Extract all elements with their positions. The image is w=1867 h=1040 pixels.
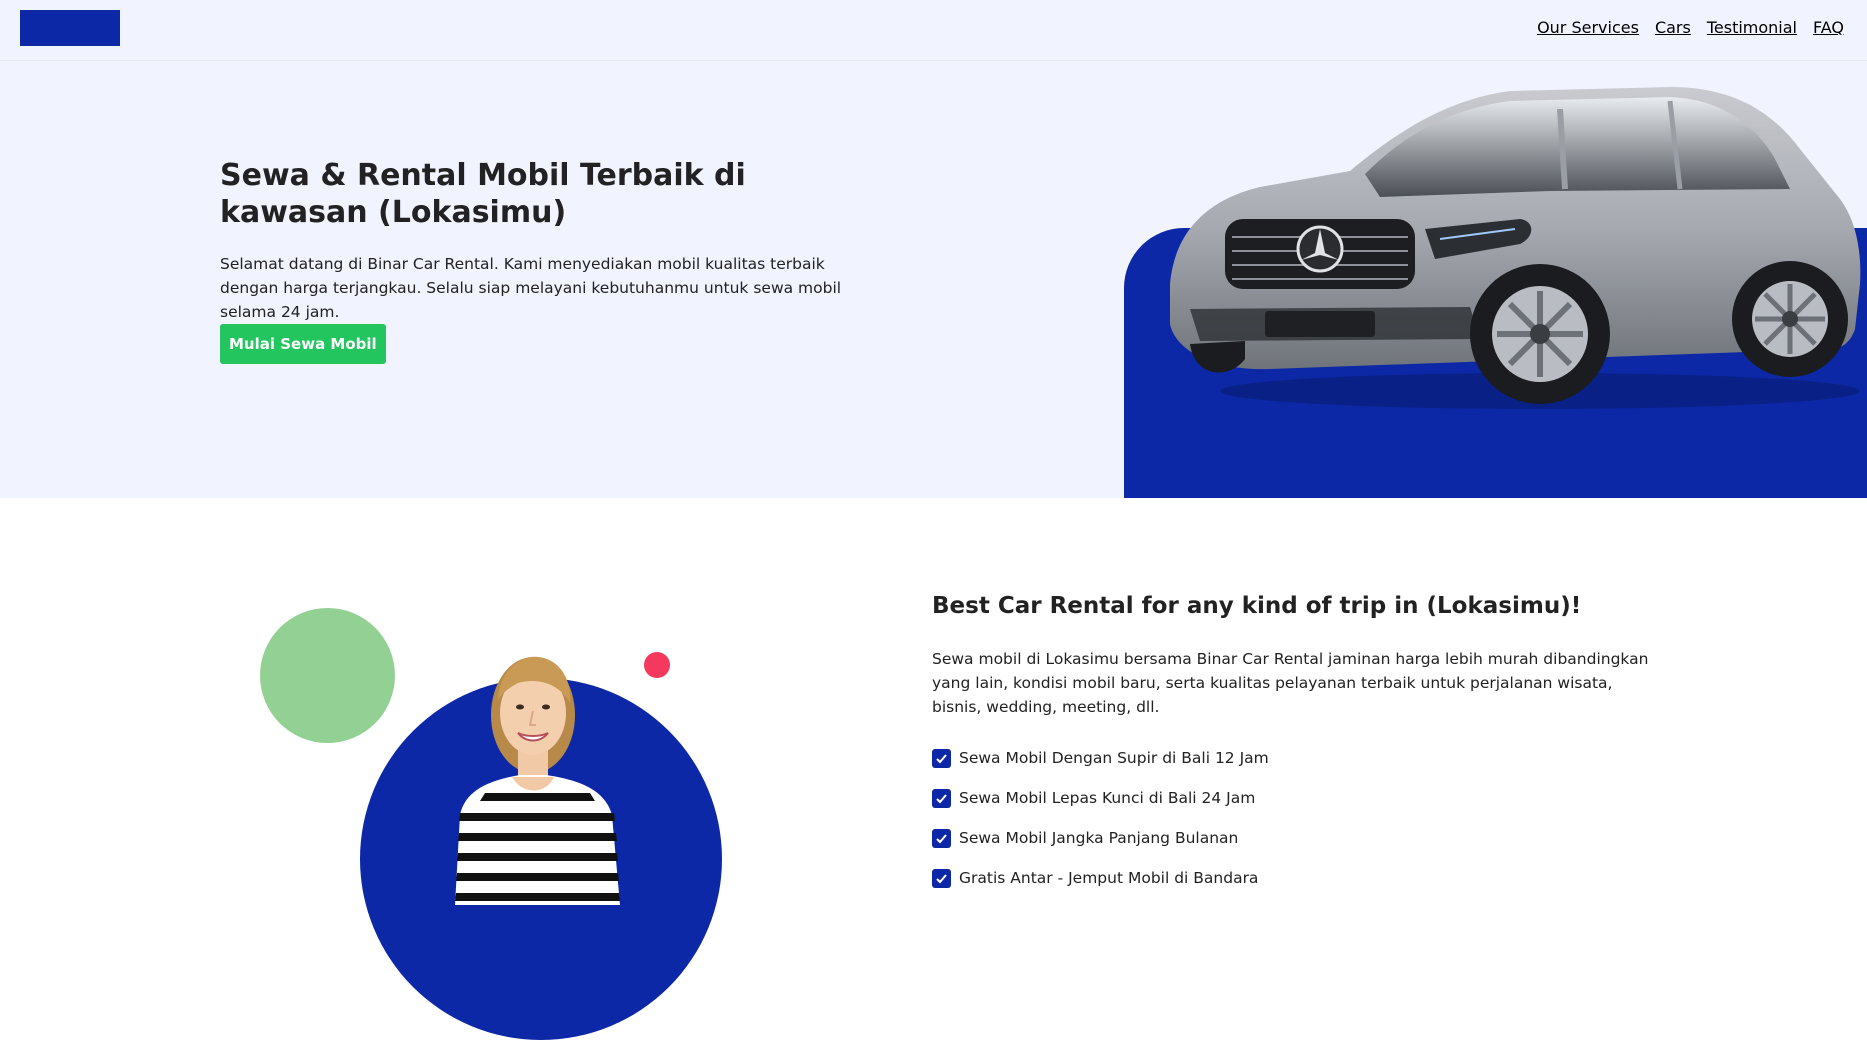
hero-section: Sewa & Rental Mobil Terbaik di kawasan (… <box>0 61 1867 498</box>
list-item: Sewa Mobil Dengan Supir di Bali 12 Jam <box>932 738 1269 778</box>
list-item: Sewa Mobil Lepas Kunci di Bali 24 Jam <box>932 778 1269 818</box>
checkbox-checked-icon <box>932 868 951 888</box>
car-image <box>1170 87 1861 409</box>
checkbox-checked-icon <box>932 748 951 768</box>
green-circle-decoration <box>260 608 395 743</box>
hero-description: Selamat datang di Binar Car Rental. Kami… <box>220 255 842 321</box>
services-checklist: Sewa Mobil Dengan Supir di Bali 12 Jam S… <box>932 738 1269 898</box>
checkbox-checked-icon <box>932 788 951 808</box>
logo[interactable] <box>20 10 120 46</box>
woman-image <box>455 656 620 905</box>
nav-link-our-services[interactable]: Our Services <box>1537 18 1639 37</box>
start-rental-button[interactable]: Mulai Sewa Mobil <box>220 324 386 364</box>
list-item-label: Sewa Mobil Dengan Supir di Bali 12 Jam <box>959 749 1269 767</box>
list-item: Sewa Mobil Jangka Panjang Bulanan <box>932 818 1269 858</box>
list-item-label: Gratis Antar - Jemput Mobil di Bandara <box>959 869 1259 887</box>
services-description: Sewa mobil di Lokasimu bersama Binar Car… <box>932 650 1649 716</box>
services-title: Best Car Rental for any kind of trip in … <box>932 593 1582 619</box>
list-item-label: Sewa Mobil Jangka Panjang Bulanan <box>959 829 1239 847</box>
nav-link-cars[interactable]: Cars <box>1655 18 1691 37</box>
hero-title: Sewa & Rental Mobil Terbaik di kawasan (… <box>220 158 746 230</box>
list-item: Gratis Antar - Jemput Mobil di Bandara <box>932 858 1269 898</box>
checkbox-checked-icon <box>932 828 951 848</box>
nav-link-testimonial[interactable]: Testimonial <box>1707 18 1797 37</box>
nav-links: Our Services Cars Testimonial FAQ <box>1537 18 1844 37</box>
list-item-label: Sewa Mobil Lepas Kunci di Bali 24 Jam <box>959 789 1256 807</box>
nav-link-faq[interactable]: FAQ <box>1813 18 1844 37</box>
navbar: Our Services Cars Testimonial FAQ <box>0 0 1867 61</box>
